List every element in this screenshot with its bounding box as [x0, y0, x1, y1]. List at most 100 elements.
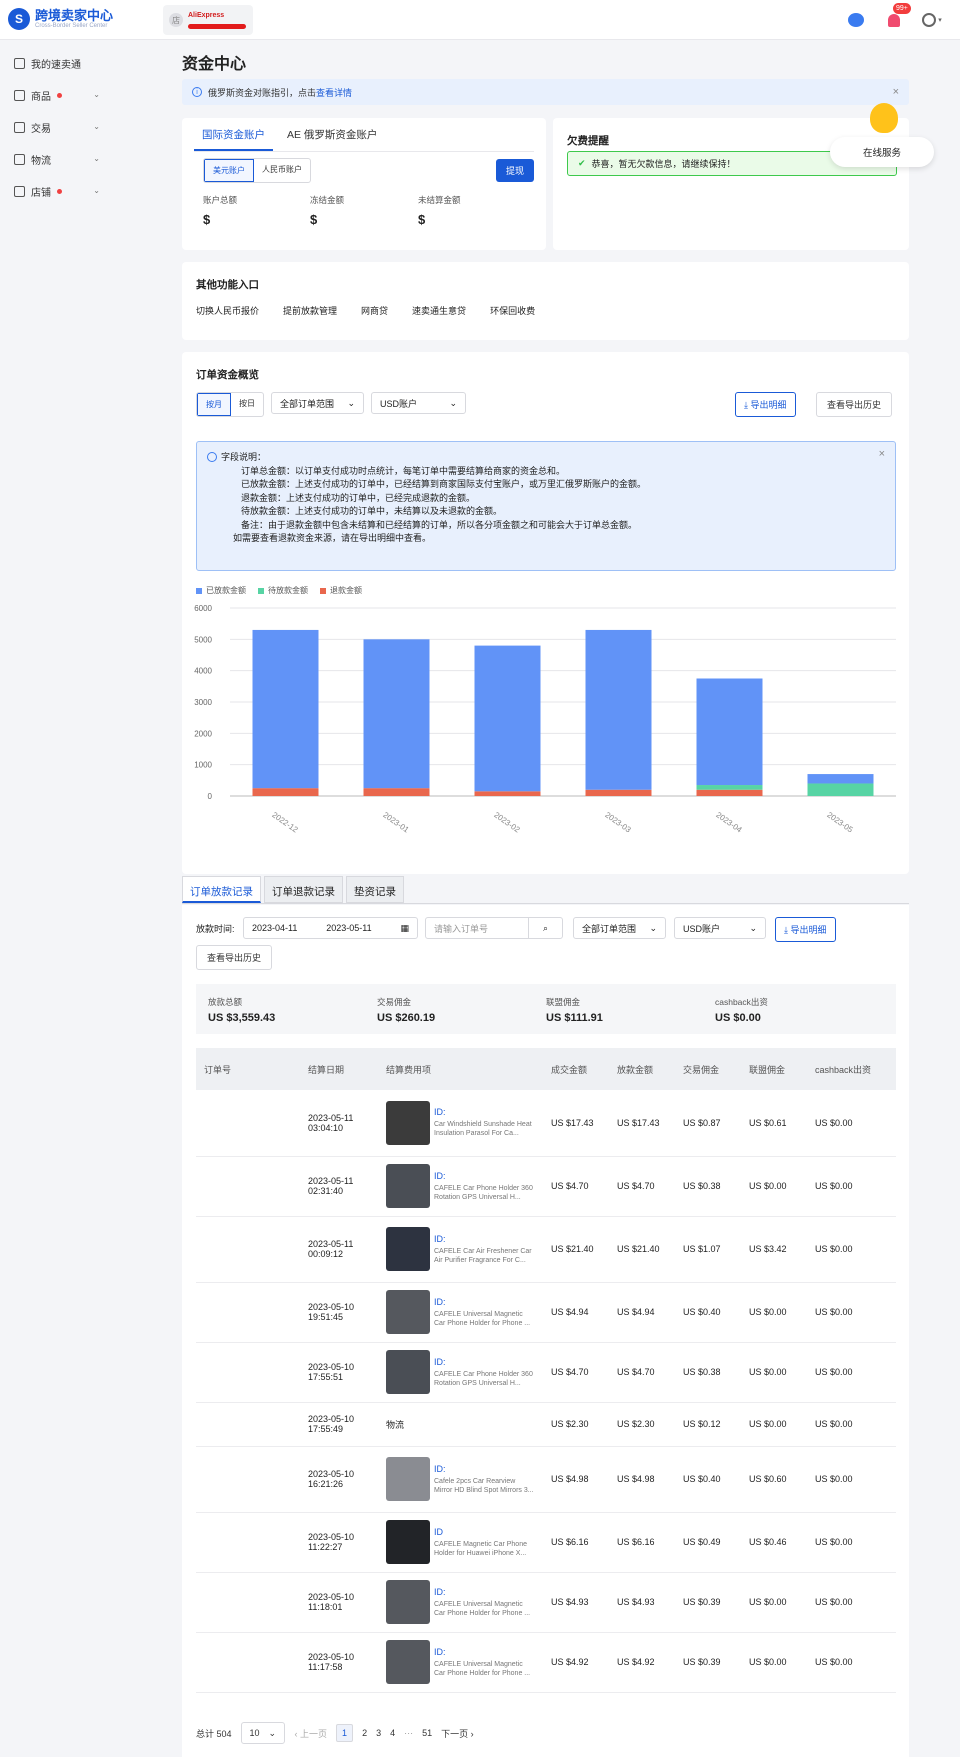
bar-2023-01-series-0[interactable]: [363, 639, 430, 789]
table-row[interactable]: 2023-05-10 11:17:58 ID: CAFELE Universal Ma…: [196, 1632, 896, 1693]
link-recycling-fee[interactable]: 环保回收费: [490, 304, 535, 317]
bar-2023-05-series-0[interactable]: [807, 774, 874, 784]
records-export-history-button[interactable]: 查看导出历史: [196, 945, 273, 970]
tab-by-day[interactable]: 按日: [231, 393, 263, 416]
online-service-widget[interactable]: 在线服务: [830, 103, 934, 167]
records-order-scope-select[interactable]: 全部订单范围 ⌄: [573, 917, 666, 939]
bar-2023-02-series-2[interactable]: [474, 791, 541, 796]
order-number-cell[interactable]: [196, 1156, 300, 1217]
chat-button[interactable]: [846, 10, 866, 30]
bar-2023-04-series-1[interactable]: [696, 785, 763, 790]
product-id-link[interactable]: ID:: [434, 1107, 534, 1117]
table-row[interactable]: 2023-05-11 00:09:12 ID: CAFELE Car Air Fres…: [196, 1216, 896, 1283]
product-id-link[interactable]: ID:: [434, 1357, 534, 1367]
settle-date: 2023-05-11: [308, 1239, 354, 1249]
link-early-release[interactable]: 提前放款管理: [283, 304, 337, 317]
notification-button[interactable]: 99+: [884, 3, 911, 30]
logo[interactable]: S 跨境卖家中心 Cross-Border Seller Center: [8, 8, 113, 30]
tab-release-records[interactable]: 订单放款记录: [182, 876, 261, 903]
table-row[interactable]: 2023-05-10 19:51:45 ID: CAFELE Universal Ma…: [196, 1282, 896, 1343]
product-id-link[interactable]: ID:: [434, 1587, 534, 1597]
order-number-cell[interactable]: [196, 1282, 300, 1343]
tab-by-month[interactable]: 按月: [197, 393, 231, 416]
tab-refund-records[interactable]: 订单退款记录: [264, 876, 343, 903]
bar-2023-04-series-0[interactable]: [696, 678, 763, 786]
product-id-link[interactable]: ID:: [434, 1171, 534, 1181]
store-redaction: [188, 24, 246, 29]
page-51[interactable]: 51: [422, 1728, 432, 1738]
tab-international-account[interactable]: 国际资金账户: [194, 118, 273, 151]
order-number-cell[interactable]: [196, 1512, 300, 1573]
next-page-button[interactable]: 下一页 ›: [441, 1727, 474, 1740]
section-title: 其他功能入口: [196, 279, 259, 291]
bar-2023-05-series-1[interactable]: [807, 783, 874, 796]
order-number-cell[interactable]: [196, 1216, 300, 1283]
order-number-cell[interactable]: [196, 1632, 300, 1693]
withdraw-button[interactable]: 提现: [495, 159, 534, 182]
table-row[interactable]: 2023-05-10 17:55:49 物流 US $2.30 US $2.30 US $…: [196, 1402, 896, 1447]
sidebar-item-logistics[interactable]: 物流 ⌄: [0, 143, 166, 175]
order-number-input[interactable]: 请输入订单号 ⌕: [425, 917, 563, 939]
bar-2022-12-series-0[interactable]: [252, 629, 319, 789]
records-export-detail-button[interactable]: ⤓ 导出明细: [775, 917, 836, 942]
order-number-cell[interactable]: [196, 1572, 300, 1633]
page-3[interactable]: 3: [376, 1728, 381, 1738]
legend-item[interactable]: 已放款金额: [196, 585, 246, 596]
page-1[interactable]: 1: [336, 1724, 354, 1742]
sidebar-item-store[interactable]: 店铺 ⌄: [0, 175, 166, 207]
link-mybank-loan[interactable]: 网商贷: [361, 304, 388, 317]
field-explanation-box: 字段说明： 订单总金额：以订单支付成功时点统计，每笔订单中需要结算给商家的资金总…: [196, 441, 896, 571]
sidebar-item-trade[interactable]: 交易 ⌄: [0, 111, 166, 143]
sidebar-item-home[interactable]: 我的速卖通: [0, 47, 166, 79]
close-icon[interactable]: ×: [893, 86, 899, 98]
link-business-loan[interactable]: 速卖通生意贷: [412, 304, 466, 317]
export-history-button[interactable]: 查看导出历史: [816, 392, 893, 417]
tab-usd-account[interactable]: 美元账户: [204, 159, 254, 182]
table-row[interactable]: 2023-05-11 03:04:10 ID: Car Windshield Suns…: [196, 1090, 896, 1157]
link-switch-cny-quote[interactable]: 切换人民币报价: [196, 304, 259, 317]
product-id-link[interactable]: ID: [434, 1527, 534, 1537]
date-range-picker[interactable]: 2023-04-11 2023-05-11 ▦: [243, 917, 418, 939]
order-scope-select[interactable]: 全部订单范围 ⌄: [271, 392, 364, 414]
legend-item[interactable]: 待放款金额: [258, 585, 308, 596]
product-id-link[interactable]: ID:: [434, 1647, 534, 1657]
search-icon[interactable]: ⌕: [528, 918, 562, 938]
account-select[interactable]: USD账户 ⌄: [371, 392, 466, 414]
bar-2023-03-series-2[interactable]: [585, 789, 652, 796]
product-id-link[interactable]: ID:: [434, 1234, 534, 1244]
bar-2023-03-series-0[interactable]: [585, 629, 652, 790]
tab-advance-records[interactable]: 垫资记录: [346, 876, 404, 903]
product-id-link[interactable]: ID:: [434, 1464, 534, 1474]
summary-label: 联盟佣金: [546, 997, 581, 1007]
notice-link[interactable]: 查看详情: [316, 86, 352, 99]
bar-2023-01-series-2[interactable]: [363, 788, 430, 796]
page-size-select[interactable]: 10 ⌄: [240, 1722, 285, 1744]
table-row[interactable]: 2023-05-11 02:31:40 ID: CAFELE Car Phone Ho…: [196, 1156, 896, 1217]
tab-russia-account[interactable]: AE 俄罗斯资金账户: [279, 118, 385, 151]
product-id-link[interactable]: ID:: [434, 1297, 534, 1307]
order-number-cell[interactable]: [196, 1446, 300, 1513]
bar-2023-02-series-0[interactable]: [474, 645, 541, 792]
table-row[interactable]: 2023-05-10 11:18:01 ID: CAFELE Universal Ma…: [196, 1572, 896, 1633]
tab-cny-account[interactable]: 人民币账户: [254, 159, 310, 182]
user-menu-button[interactable]: ▾: [922, 10, 942, 30]
close-icon[interactable]: ×: [879, 448, 885, 462]
store-switcher[interactable]: 店 AliExpress: [163, 5, 253, 35]
table-row[interactable]: 2023-05-10 16:21:26 ID: Cafele 2pcs Car Rea…: [196, 1446, 896, 1513]
page-2[interactable]: 2: [362, 1728, 367, 1738]
records-account-select[interactable]: USD账户 ⌄: [674, 917, 766, 939]
sidebar-item-products[interactable]: 商品 ⌄: [0, 79, 166, 111]
table-row[interactable]: 2023-05-10 11:22:27 ID CAFELE Magnetic Car …: [196, 1512, 896, 1573]
bar-2023-04-series-2[interactable]: [696, 789, 763, 796]
order-number-cell[interactable]: [196, 1402, 300, 1447]
order-number-cell[interactable]: [196, 1090, 300, 1157]
prev-page-button[interactable]: ‹ 上一页: [295, 1727, 328, 1740]
export-detail-button[interactable]: ⤓ 导出明细: [735, 392, 796, 417]
order-number-cell[interactable]: [196, 1342, 300, 1403]
page-4[interactable]: 4: [390, 1728, 395, 1738]
release-amount: US $4.70: [609, 1342, 675, 1403]
table-row[interactable]: 2023-05-10 17:55:51 ID: CAFELE Car Phone Ho…: [196, 1342, 896, 1403]
cashback-amount: US $0.00: [807, 1342, 896, 1403]
legend-item[interactable]: 退款金额: [320, 585, 362, 596]
bar-2022-12-series-2[interactable]: [252, 788, 319, 796]
